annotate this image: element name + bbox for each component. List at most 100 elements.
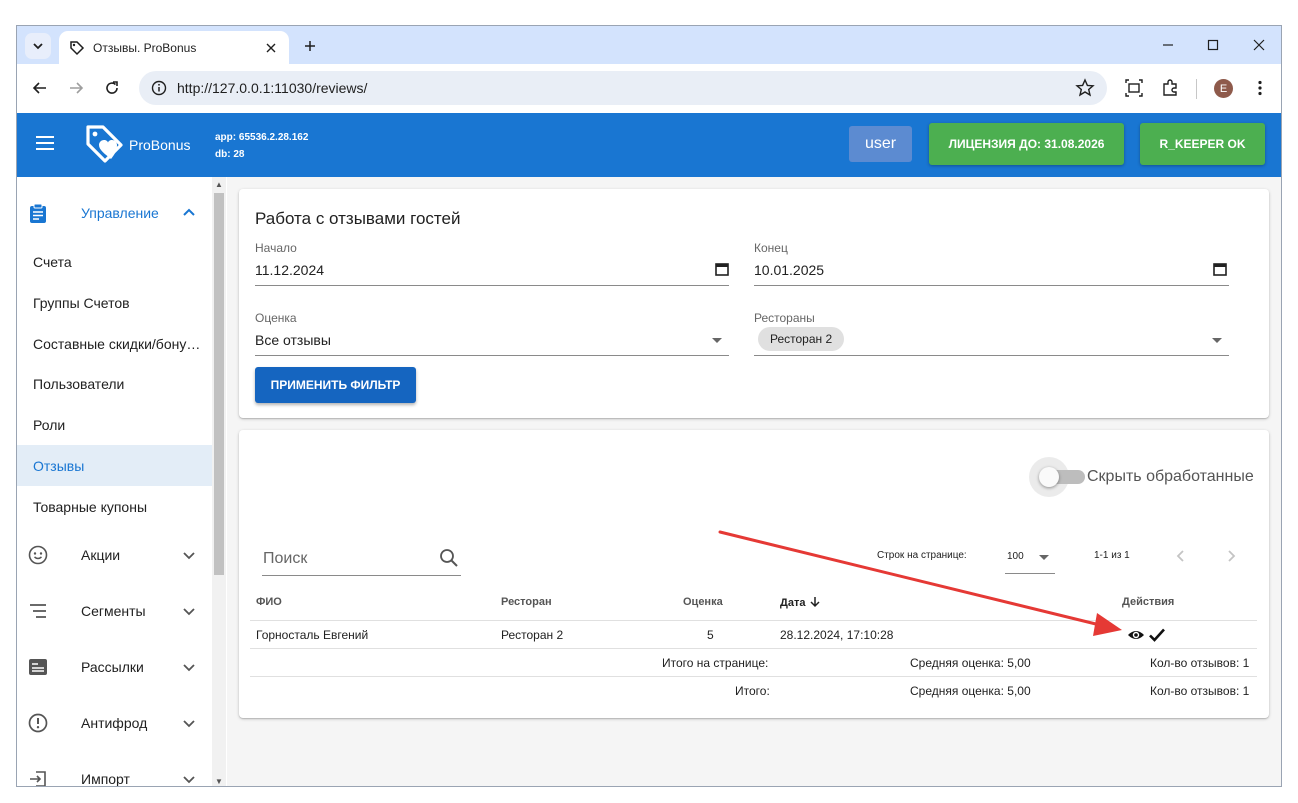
screenshot-button[interactable] [1123, 77, 1145, 99]
sidebar-item-product-coupons[interactable]: Товарные купоны [17, 486, 212, 527]
main-content: Работа с отзывами гостей Начало 11.12.20… [227, 177, 1281, 786]
segments-icon [27, 600, 49, 622]
close-icon [1253, 39, 1265, 51]
search-input[interactable]: Поиск [263, 550, 307, 568]
browser-menu-button[interactable] [1249, 77, 1271, 99]
logo-text: ProBonus [129, 137, 191, 153]
sidebar-group-antifraud[interactable]: Антифрод [17, 695, 212, 751]
page-average-rating: Средняя оценка: 5,00 [910, 656, 1031, 670]
tab-search-button[interactable] [25, 33, 51, 59]
minimize-button[interactable] [1153, 34, 1183, 56]
calendar-icon[interactable] [1213, 262, 1227, 276]
back-button[interactable] [29, 77, 51, 99]
sidebar-group-mailings[interactable]: Рассылки [17, 639, 212, 695]
hamburger-menu-icon[interactable] [35, 135, 55, 151]
cell-rating: 5 [707, 628, 714, 642]
page-reviews-count: Кол-во отзывов: 1 [1150, 656, 1250, 670]
address-bar[interactable]: http://127.0.0.1:11030/reviews/ [139, 71, 1107, 105]
sidebar-item-roles[interactable]: Роли [17, 404, 212, 445]
browser-toolbar: http://127.0.0.1:11030/reviews/ E [17, 64, 1281, 113]
checkmark-icon[interactable] [1148, 626, 1166, 644]
forward-button[interactable] [65, 77, 87, 99]
sidebar-item-reviews[interactable]: Отзывы [17, 445, 212, 486]
sidebar-item-users[interactable]: Пользователи [17, 363, 212, 404]
grand-reviews-count: Кол-во отзывов: 1 [1150, 684, 1250, 698]
new-tab-button[interactable] [299, 35, 321, 57]
capture-icon [1125, 79, 1143, 97]
sidebar-scrollbar[interactable]: ▲ ▼ [212, 177, 226, 786]
star-icon[interactable] [1075, 78, 1095, 98]
rating-underline [255, 355, 729, 356]
smile-icon [27, 544, 49, 566]
sidebar-group-label: Управление [81, 205, 159, 221]
app-header: ProBonus app: 65536.2.28.162 db: 28 user… [17, 113, 1281, 177]
rows-per-page-select[interactable]: 100 [1007, 551, 1024, 562]
puzzle-icon [1163, 79, 1177, 96]
sidebar-item-accounts[interactable]: Счета [17, 241, 212, 282]
chevron-down-icon [183, 608, 195, 616]
browser-tab[interactable]: Отзывы. ProBonus [59, 31, 289, 64]
grand-average-rating: Средняя оценка: 5,00 [910, 684, 1031, 698]
toolbar-separator [1196, 79, 1197, 99]
sidebar-group-segments[interactable]: Сегменты [17, 583, 212, 639]
sidebar: Управление Счета Группы Счетов Составные… [17, 177, 226, 786]
sidebar-group-label: Сегменты [81, 603, 146, 619]
extensions-button[interactable] [1159, 77, 1181, 99]
sidebar-group-label: Акции [81, 547, 121, 563]
db-version: db: 28 [215, 149, 245, 160]
search-icon[interactable] [439, 548, 459, 568]
dropdown-arrow-icon[interactable] [1039, 555, 1049, 560]
column-header-date[interactable]: Дата [780, 596, 821, 609]
pagination-range: 1-1 из 1 [1094, 550, 1130, 561]
url-text: http://127.0.0.1:11030/reviews/ [177, 80, 368, 96]
site-info-icon[interactable] [151, 80, 167, 96]
arrow-left-icon [32, 82, 46, 94]
scrollbar-thumb[interactable] [214, 193, 224, 575]
column-header-rating[interactable]: Оценка [683, 596, 723, 608]
chevron-left-icon[interactable] [1173, 548, 1189, 564]
maximize-button[interactable] [1198, 34, 1228, 56]
tag-icon [70, 40, 85, 55]
restaurant-chip[interactable]: Ресторан 2 [758, 327, 845, 351]
toggle-thumb[interactable] [1039, 467, 1059, 487]
user-button[interactable]: user [849, 126, 912, 162]
rating-label: Оценка [255, 311, 297, 325]
sidebar-group-promotions[interactable]: Акции [17, 527, 212, 583]
reviews-table-card: Скрыть обработанные Поиск Строк на стран… [239, 430, 1269, 718]
chevron-down-icon [183, 720, 195, 728]
scroll-up-icon[interactable]: ▲ [215, 180, 223, 189]
chevron-right-icon[interactable] [1223, 548, 1239, 564]
close-window-button[interactable] [1244, 34, 1274, 56]
start-date-input[interactable]: 11.12.2024 [255, 262, 324, 278]
view-eye-icon[interactable] [1127, 626, 1145, 644]
app-info: app: 65536.2.28.162 db: 28 [215, 129, 308, 163]
sidebar-group-import[interactable]: Импорт [17, 751, 212, 786]
sidebar-item-composite-discounts[interactable]: Составные скидки/бону… [17, 323, 212, 364]
reload-button[interactable] [101, 77, 123, 99]
end-date-underline [754, 285, 1229, 286]
dropdown-arrow-icon[interactable] [1212, 338, 1222, 343]
end-date-label: Конец [754, 241, 788, 255]
dropdown-arrow-icon[interactable] [712, 338, 722, 343]
license-button[interactable]: ЛИЦЕНЗИЯ ДО: 31.08.2026 [929, 123, 1124, 165]
tab-title: Отзывы. ProBonus [93, 40, 197, 55]
start-date-label: Начало [255, 241, 297, 255]
scroll-down-icon[interactable]: ▼ [215, 777, 223, 786]
rating-select[interactable]: Все отзывы [255, 332, 331, 348]
sidebar-group-management[interactable]: Управление [17, 185, 212, 241]
end-date-input[interactable]: 10.01.2025 [754, 262, 824, 278]
apply-filter-button[interactable]: ПРИМЕНИТЬ ФИЛЬТР [255, 367, 416, 403]
profile-avatar[interactable]: E [1214, 79, 1233, 98]
rkeeper-status-button[interactable]: R_KEEPER OK [1140, 123, 1265, 165]
calendar-icon[interactable] [715, 262, 729, 276]
restaurants-label: Рестораны [754, 311, 815, 325]
restaurants-underline [754, 355, 1229, 356]
page-title: Работа с отзывами гостей [255, 209, 461, 228]
browser-window: Отзывы. ProBonus http://127.0.0.1:11030/… [16, 25, 1282, 787]
sort-arrow-down-icon [810, 597, 820, 608]
column-header-restaurant[interactable]: Ресторан [501, 596, 552, 608]
close-tab-icon[interactable] [263, 40, 279, 56]
chevron-down-icon [183, 664, 195, 672]
sidebar-item-account-groups[interactable]: Группы Счетов [17, 282, 212, 323]
column-header-name[interactable]: ФИО [256, 596, 282, 608]
